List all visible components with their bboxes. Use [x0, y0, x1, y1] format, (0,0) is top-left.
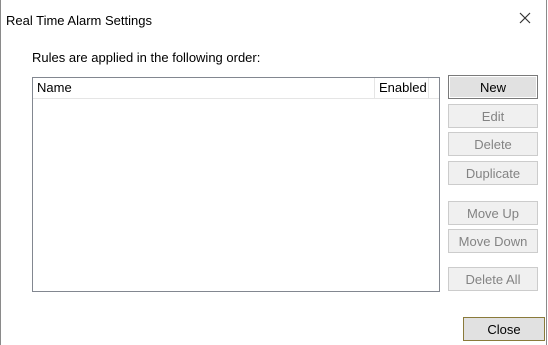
delete-all-button[interactable]: Delete All	[448, 267, 538, 291]
delete-button[interactable]: Delete	[448, 132, 538, 156]
close-button[interactable]: Close	[463, 317, 545, 341]
window-title: Real Time Alarm Settings	[6, 13, 152, 28]
edit-button[interactable]: Edit	[448, 104, 538, 128]
column-header-name[interactable]: Name	[33, 78, 375, 98]
new-button[interactable]: New	[448, 75, 538, 99]
duplicate-button[interactable]: Duplicate	[448, 161, 538, 185]
title-bar: Real Time Alarm Settings	[1, 0, 546, 40]
close-icon[interactable]	[516, 9, 534, 27]
rules-list[interactable]: Name Enabled	[32, 77, 440, 292]
move-up-button[interactable]: Move Up	[448, 201, 538, 225]
rules-order-label: Rules are applied in the following order…	[32, 50, 261, 65]
column-header-enabled[interactable]: Enabled	[375, 78, 429, 98]
list-header: Name Enabled	[33, 78, 439, 99]
move-down-button[interactable]: Move Down	[448, 229, 538, 253]
alarm-settings-dialog: Real Time Alarm Settings Rules are appli…	[0, 0, 547, 345]
